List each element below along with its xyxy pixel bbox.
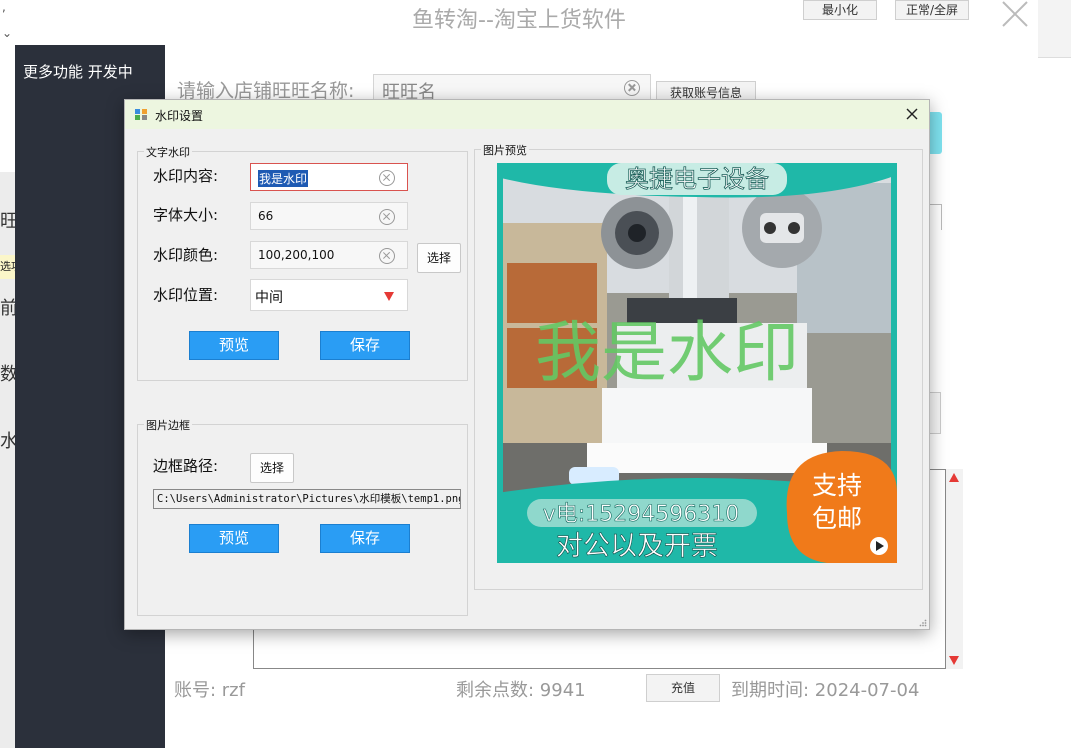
position-label: 水印位置:: [153, 286, 219, 304]
position-value: 中间: [255, 290, 283, 306]
app-title: 鱼转淘--淘宝上货软件: [412, 8, 626, 33]
group-title-text: 文字水印: [144, 144, 192, 160]
border-preview-button[interactable]: 预览: [189, 524, 279, 553]
fragment-4: 水: [0, 431, 15, 452]
content-label: 水印内容:: [153, 167, 219, 185]
text-preview-button[interactable]: 预览: [189, 331, 279, 360]
watermark-text: 我是水印: [535, 314, 799, 391]
scroll-down-icon[interactable]: [949, 656, 959, 665]
badge-line2: 包邮: [812, 504, 862, 533]
group-title-border: 图片边框: [144, 417, 192, 433]
close-icon[interactable]: [905, 107, 919, 121]
resize-grip-icon[interactable]: [919, 619, 927, 627]
size-input[interactable]: 66: [250, 202, 408, 230]
points-text: 剩余点数: 9941: [456, 680, 586, 701]
maximize-button[interactable]: 正常/全屏: [895, 0, 969, 20]
window-close-icon[interactable]: [1000, 0, 1030, 28]
fragment-3: 数: [0, 364, 15, 385]
frame-edge: [928, 204, 942, 205]
color-input[interactable]: 100,200,100: [250, 241, 408, 269]
scroll-up-icon[interactable]: [949, 473, 959, 482]
border-path-label: 边框路径:: [153, 457, 219, 475]
frame-edge-side: [941, 204, 942, 230]
color-value: 100,200,100: [258, 248, 335, 262]
border-choose-button[interactable]: 选择: [250, 453, 294, 483]
left-behind-panel: 旺 选项 前 数 水: [0, 172, 15, 748]
fragment-2: 前: [0, 298, 15, 319]
minimize-button[interactable]: 最小化: [803, 0, 877, 20]
account-text: 账号: rzf: [174, 680, 245, 701]
dialog-title: 水印设置: [155, 109, 204, 123]
content-value: 我是水印: [258, 170, 309, 187]
cyan-button-edge[interactable]: [928, 112, 942, 154]
border-group: 图片边框: [137, 417, 468, 616]
banner-top-text: 奥捷电子设备: [625, 165, 769, 193]
clear-icon[interactable]: [379, 209, 395, 225]
content-input[interactable]: 我是水印: [250, 163, 408, 191]
border-path-field[interactable]: C:\Users\Administrator\Pictures\水印模板\tem…: [153, 489, 461, 509]
expiry-text: 到期时间: 2024-07-04: [731, 680, 920, 701]
phone-text: v电:15294596310: [543, 502, 739, 527]
dropdown-arrow-icon[interactable]: [384, 292, 394, 301]
fragment-1: 旺: [0, 211, 15, 232]
bottom-text: 对公以及开票: [556, 531, 718, 562]
chevron-down-icon[interactable]: ⌄: [2, 26, 12, 40]
watermark-dialog: 水印设置 文字水印 水印内容: 我是水印 字体大小: 66 水印颜色: 100,…: [124, 99, 930, 630]
border-save-button[interactable]: 保存: [320, 524, 410, 553]
log-border-top: [928, 469, 945, 470]
sidebar-menu-more[interactable]: 更多功能 开发中: [23, 61, 133, 82]
dialog-titlebar: 水印设置: [125, 100, 929, 129]
recharge-button[interactable]: 充值: [646, 674, 720, 702]
clear-icon[interactable]: [624, 80, 640, 96]
size-label: 字体大小:: [153, 206, 219, 224]
clear-icon[interactable]: [379, 170, 395, 186]
position-select[interactable]: 中间: [250, 279, 408, 311]
color-label: 水印颜色:: [153, 246, 219, 264]
size-value: 66: [258, 209, 274, 223]
product-photo: 奥捷电子设备 我是水印 v电:15294596310 对公以及开票 支持 包邮: [497, 163, 897, 563]
badge-line1: 支持: [812, 471, 862, 500]
fragment-tab[interactable]: 选项: [0, 255, 15, 279]
app-icon: [135, 109, 147, 120]
window-corner: [1038, 0, 1071, 58]
clear-icon[interactable]: [379, 248, 395, 264]
log-scrollbar[interactable]: [946, 469, 963, 669]
shop-input[interactable]: 旺旺名: [373, 74, 651, 103]
preview-image: 奥捷电子设备 我是水印 v电:15294596310 对公以及开票 支持 包邮: [497, 163, 897, 563]
group-title-preview: 图片预览: [481, 142, 529, 158]
text-save-button[interactable]: 保存: [320, 331, 410, 360]
partial-mark: ,: [2, 0, 6, 14]
color-choose-button[interactable]: 选择: [417, 243, 461, 273]
